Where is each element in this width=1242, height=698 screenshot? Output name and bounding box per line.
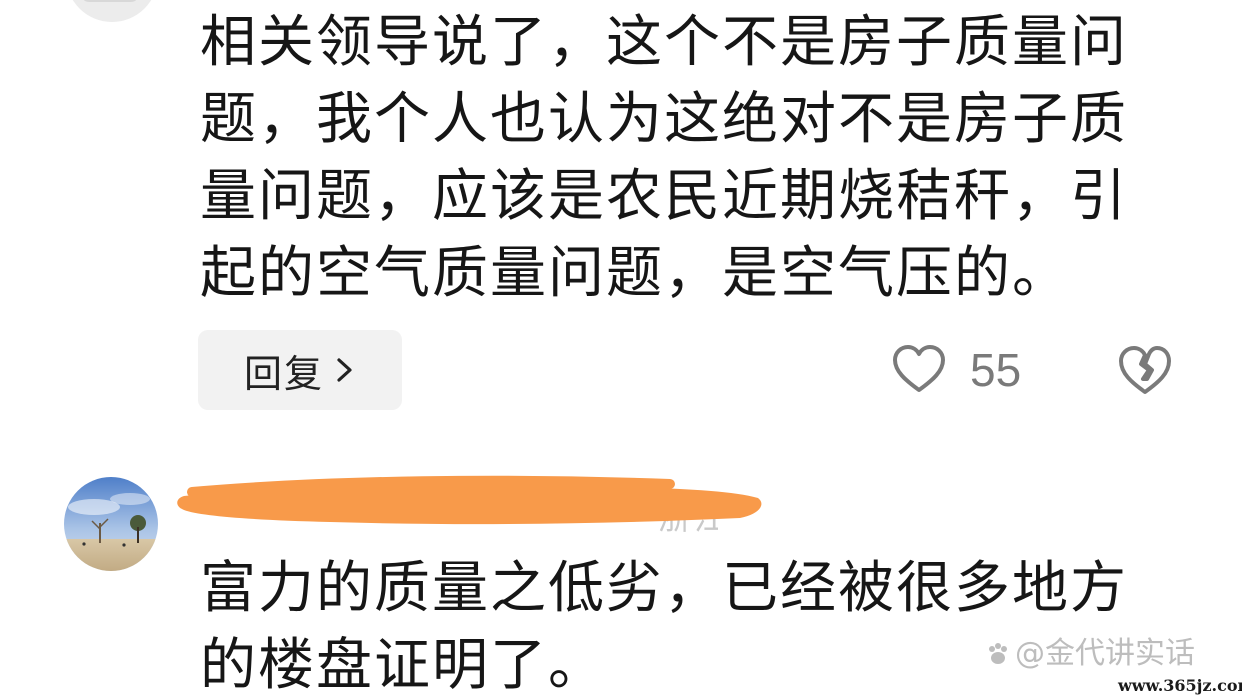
comment-thread: 相关领导说了，这个不是房子质量问题，我个人也认为这绝对不是房子质量问题，应该是农… (0, 0, 1242, 698)
avatar[interactable] (64, 477, 158, 571)
reply-button-label: 回复 (243, 351, 324, 396)
avatar-landscape-image (64, 477, 158, 571)
redaction-scribble (177, 475, 762, 525)
comment-text: 相关领导说了，这个不是房子质量问题，我个人也认为这绝对不是房子质量问题，应该是农… (200, 10, 1128, 306)
reply-button[interactable]: 回复 (198, 330, 402, 410)
heart-outline-icon[interactable] (891, 343, 947, 395)
avatar[interactable] (66, 0, 158, 22)
watermark: @金代讲实话 (985, 636, 1195, 672)
comment-text: 富力的质量之低劣，已经被很多地方的楼盘证明了。 (200, 556, 1128, 698)
broken-heart-icon[interactable] (1116, 343, 1174, 397)
like-count: 55 (970, 344, 1022, 396)
avatar-silhouette (84, 0, 136, 2)
paw-icon (989, 643, 1007, 664)
watermark-label: @金代讲实话 (1015, 636, 1195, 671)
chevron-right-icon (337, 358, 352, 382)
site-watermark: www.365jz.com (1118, 676, 1242, 696)
